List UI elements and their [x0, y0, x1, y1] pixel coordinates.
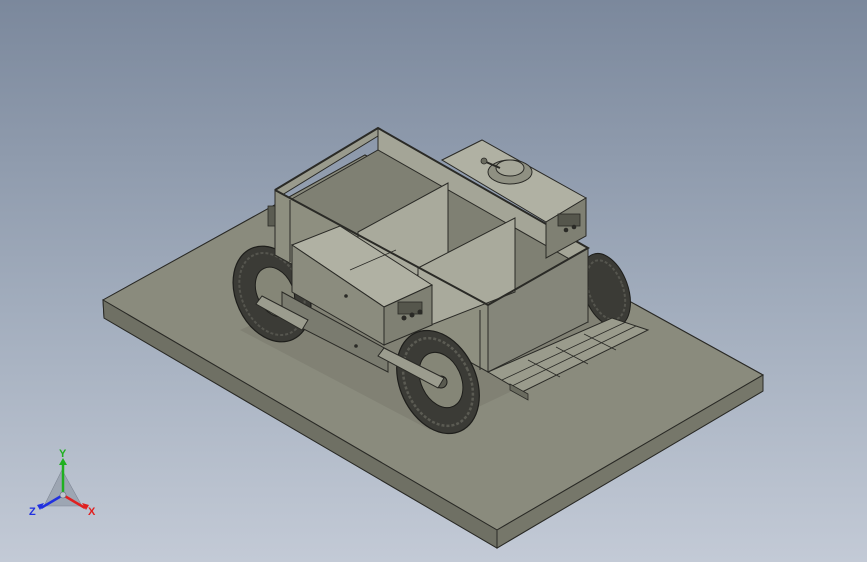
graphics-viewport[interactable]: Y X Z: [0, 0, 867, 562]
orientation-triad[interactable]: Y X Z: [26, 448, 106, 528]
z-axis-label: Z: [29, 506, 36, 518]
triad-origin: [59, 491, 67, 499]
rear-bracket[interactable]: [267, 205, 276, 227]
y-axis-label: Y: [59, 448, 67, 460]
x-axis-label: X: [88, 506, 96, 518]
cad-model-scene[interactable]: [0, 0, 867, 562]
